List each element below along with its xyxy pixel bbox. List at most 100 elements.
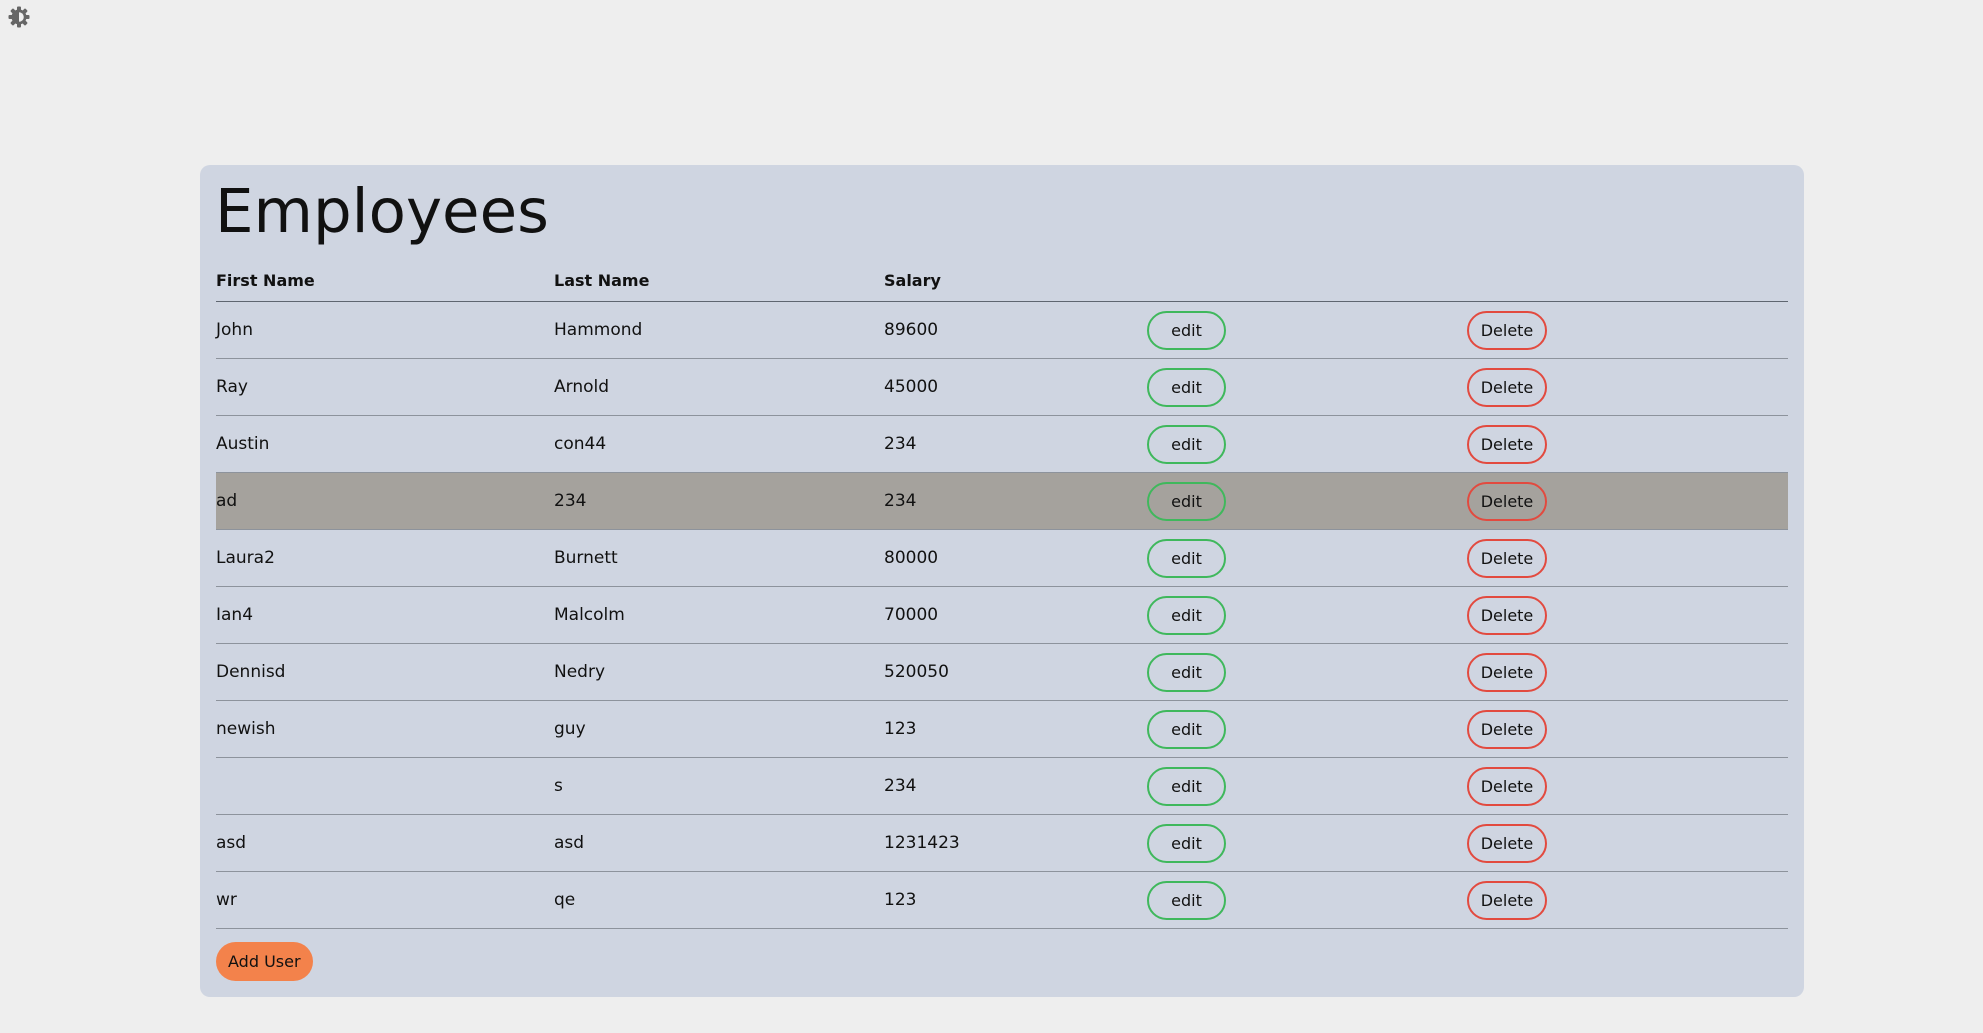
table-header-row: First Name Last Name Salary (216, 259, 1788, 302)
header-last-name: Last Name (554, 259, 884, 302)
cell-edit: edit (1147, 871, 1467, 929)
cell-last-name: Hammond (554, 301, 884, 359)
cell-first-name: ad (216, 472, 554, 530)
table-row: Ian4 Malcolm 70000 edit Delete (216, 586, 1788, 644)
cell-delete: Delete (1467, 871, 1788, 929)
cell-edit: edit (1147, 301, 1467, 359)
edit-button[interactable]: edit (1147, 595, 1226, 635)
delete-button[interactable]: Delete (1467, 880, 1547, 920)
delete-button[interactable]: Delete (1467, 595, 1547, 635)
edit-button[interactable]: edit (1147, 367, 1226, 407)
cell-edit: edit (1147, 757, 1467, 815)
theme-toggle-icon[interactable] (6, 4, 32, 30)
cell-first-name: wr (216, 871, 554, 929)
cell-first-name: Dennisd (216, 643, 554, 701)
header-first-name: First Name (216, 259, 554, 302)
cell-edit: edit (1147, 472, 1467, 530)
cell-first-name: Ian4 (216, 586, 554, 644)
cell-last-name: qe (554, 871, 884, 929)
cell-last-name: guy (554, 700, 884, 758)
cell-edit: edit (1147, 814, 1467, 872)
delete-button[interactable]: Delete (1467, 481, 1547, 521)
table-row: Austin con44 234 edit Delete (216, 415, 1788, 473)
edit-button[interactable]: edit (1147, 538, 1226, 578)
cell-last-name: Burnett (554, 529, 884, 587)
cell-last-name: s (554, 757, 884, 815)
cell-edit: edit (1147, 643, 1467, 701)
edit-button[interactable]: edit (1147, 652, 1226, 692)
cell-first-name: newish (216, 700, 554, 758)
cell-salary: 123 (884, 871, 1147, 929)
cell-edit: edit (1147, 529, 1467, 587)
cell-salary: 234 (884, 472, 1147, 530)
cell-delete: Delete (1467, 301, 1788, 359)
table-row: Ray Arnold 45000 edit Delete (216, 358, 1788, 416)
cell-salary: 89600 (884, 301, 1147, 359)
edit-button[interactable]: edit (1147, 709, 1226, 749)
cell-first-name: Austin (216, 415, 554, 473)
edit-button[interactable]: edit (1147, 880, 1226, 920)
cell-first-name: John (216, 301, 554, 359)
delete-button[interactable]: Delete (1467, 823, 1547, 863)
cell-edit: edit (1147, 586, 1467, 644)
cell-salary: 234 (884, 415, 1147, 473)
cell-salary: 80000 (884, 529, 1147, 587)
cell-last-name: Arnold (554, 358, 884, 416)
edit-button[interactable]: edit (1147, 424, 1226, 464)
cell-delete: Delete (1467, 814, 1788, 872)
cell-first-name: Ray (216, 358, 554, 416)
contrast-gear-icon (8, 6, 30, 28)
table-row: John Hammond 89600 edit Delete (216, 301, 1788, 359)
cell-delete: Delete (1467, 358, 1788, 416)
cell-first-name: asd (216, 814, 554, 872)
cell-salary: 45000 (884, 358, 1147, 416)
edit-button[interactable]: edit (1147, 310, 1226, 350)
cell-last-name: Nedry (554, 643, 884, 701)
header-salary: Salary (884, 259, 1147, 302)
cell-edit: edit (1147, 415, 1467, 473)
page-title: Employees (215, 176, 549, 247)
delete-button[interactable]: Delete (1467, 424, 1547, 464)
table-row: Laura2 Burnett 80000 edit Delete (216, 529, 1788, 587)
cell-delete: Delete (1467, 757, 1788, 815)
cell-salary: 520050 (884, 643, 1147, 701)
table-row: Dennisd Nedry 520050 edit Delete (216, 643, 1788, 701)
cell-edit: edit (1147, 700, 1467, 758)
cell-salary: 234 (884, 757, 1147, 815)
delete-button[interactable]: Delete (1467, 709, 1547, 749)
cell-delete: Delete (1467, 529, 1788, 587)
cell-delete: Delete (1467, 643, 1788, 701)
delete-button[interactable]: Delete (1467, 310, 1547, 350)
table-row: newish guy 123 edit Delete (216, 700, 1788, 758)
cell-salary: 70000 (884, 586, 1147, 644)
add-user-button[interactable]: Add User (216, 942, 313, 981)
edit-button[interactable]: edit (1147, 823, 1226, 863)
header-delete (1467, 259, 1788, 302)
table-row-hovered: ad 234 234 edit Delete (216, 472, 1788, 530)
cell-last-name: 234 (554, 472, 884, 530)
cell-last-name: Malcolm (554, 586, 884, 644)
cell-delete: Delete (1467, 586, 1788, 644)
table-row: wr qe 123 edit Delete (216, 871, 1788, 929)
edit-button[interactable]: edit (1147, 481, 1226, 521)
header-edit (1147, 259, 1467, 302)
cell-salary: 1231423 (884, 814, 1147, 872)
delete-button[interactable]: Delete (1467, 652, 1547, 692)
cell-delete: Delete (1467, 472, 1788, 530)
cell-first-name: Laura2 (216, 529, 554, 587)
cell-delete: Delete (1467, 415, 1788, 473)
cell-first-name (216, 757, 554, 815)
table-row: s 234 edit Delete (216, 757, 1788, 815)
edit-button[interactable]: edit (1147, 766, 1226, 806)
table-row: asd asd 1231423 edit Delete (216, 814, 1788, 872)
cell-edit: edit (1147, 358, 1467, 416)
delete-button[interactable]: Delete (1467, 538, 1547, 578)
delete-button[interactable]: Delete (1467, 367, 1547, 407)
cell-last-name: asd (554, 814, 884, 872)
employees-table: First Name Last Name Salary John Hammond… (216, 259, 1788, 929)
delete-button[interactable]: Delete (1467, 766, 1547, 806)
cell-delete: Delete (1467, 700, 1788, 758)
employees-card: Employees First Name Last Name Salary Jo… (200, 165, 1804, 997)
cell-salary: 123 (884, 700, 1147, 758)
cell-last-name: con44 (554, 415, 884, 473)
